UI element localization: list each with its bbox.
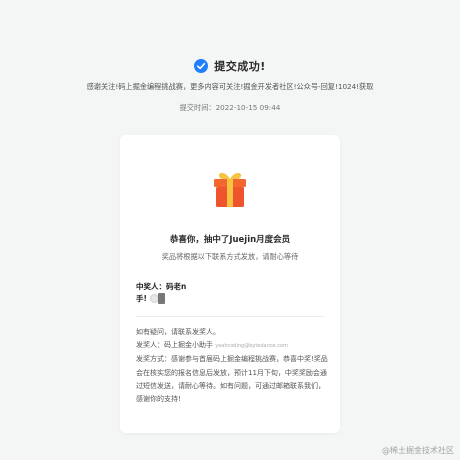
divider <box>136 316 324 317</box>
success-title: 提交成功! <box>214 60 266 73</box>
notes-email: yeahcoding@bytedance.com <box>215 343 288 350</box>
prize-card: 恭喜你，抽中了Juejin月度会员 奖品将根据以下联系方式发放，请耐心等待 中奖… <box>120 135 340 433</box>
submit-time: 提交时间：2022-10-15 09:44 <box>179 103 281 112</box>
notes-sender: 发奖人：码上掘金小助手 <box>136 341 213 350</box>
winner-handle: 手! <box>136 294 147 303</box>
submission-success-page: 提交成功! 感谢关注!码上掘金编程挑战赛，更多内容可关注!掘金开发者社区!公众号… <box>0 0 460 460</box>
winner-name: 码老n <box>166 282 187 291</box>
check-circle-icon <box>194 59 209 73</box>
winner-label: 中奖人： <box>136 282 166 291</box>
win-title: 恭喜你，抽中了Juejin月度会员 <box>169 235 291 245</box>
notes-line-1: 如有疑问，请联系发奖人。 <box>136 328 220 336</box>
watermark: @稀土掘金技术社区 <box>382 446 454 455</box>
prize-notes: 如有疑问，请联系发奖人。 发奖人：码上掘金小助手 yeahcoding@byte… <box>136 326 328 406</box>
gift-icon <box>214 172 246 207</box>
notes-line-3: 发奖方式：感谢参与首届码上掘金编程挑战赛，恭喜中奖!奖品会在核实您的报名信息后发… <box>136 355 328 404</box>
winner-info: 中奖人：码老n <box>136 280 326 294</box>
success-header: 提交成功! <box>0 58 460 74</box>
thanks-message: 感谢关注!码上掘金编程挑战赛，更多内容可关注!掘金开发者社区!公众号-回复!10… <box>86 82 374 91</box>
notes-line-2: 发奖人：码上掘金小助手 yeahcoding@bytedance.com <box>136 339 328 353</box>
phone-icon <box>158 293 165 304</box>
win-subtitle: 奖品将根据以下联系方式发放，请耐心等待 <box>161 252 299 261</box>
